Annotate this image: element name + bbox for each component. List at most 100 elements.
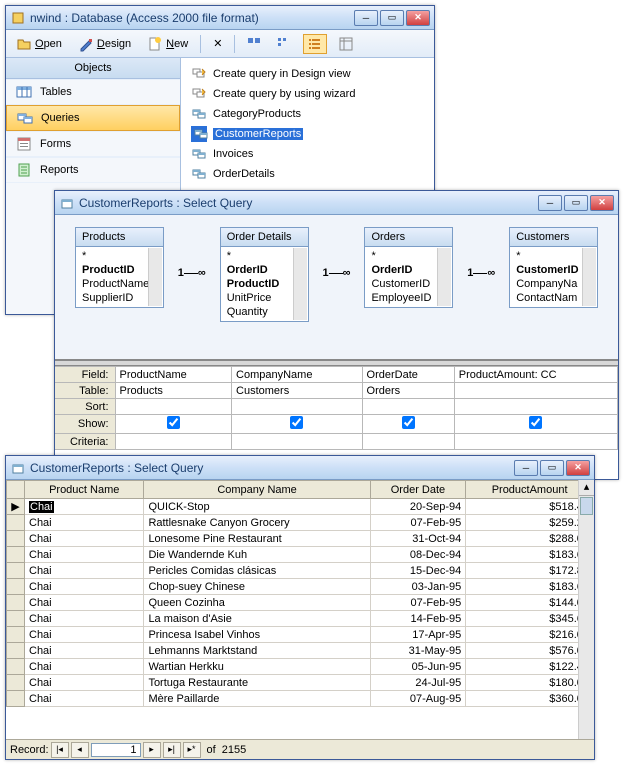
table-row[interactable]: ChaiTortuga Restaurante24-Jul-95$180.00 xyxy=(7,675,594,691)
cell-company[interactable]: Mère Paillarde xyxy=(144,691,370,707)
cell-date[interactable]: 03-Jan-95 xyxy=(370,579,466,595)
cell-date[interactable]: 31-Oct-94 xyxy=(370,531,466,547)
column-header[interactable]: Order Date xyxy=(370,481,466,499)
nav-first-button[interactable]: |◂ xyxy=(51,742,69,758)
cell-date[interactable]: 17-Apr-95 xyxy=(370,627,466,643)
cell-date[interactable]: 07-Feb-95 xyxy=(370,515,466,531)
nav-current-input[interactable] xyxy=(91,743,141,757)
column-header[interactable]: Company Name xyxy=(144,481,370,499)
grid-cell[interactable] xyxy=(232,415,363,434)
cell-amount[interactable]: $360.00 xyxy=(466,691,594,707)
query-item[interactable]: Create query by using wizard xyxy=(187,84,428,104)
row-selector[interactable] xyxy=(7,515,25,531)
table-row[interactable]: ChaiLehmanns Marktstand31-May-95$576.00 xyxy=(7,643,594,659)
row-selector[interactable] xyxy=(7,627,25,643)
scrollbar[interactable] xyxy=(437,248,451,306)
titlebar[interactable]: CustomerReports : Select Query ─ ▭ ✕ xyxy=(55,191,618,215)
cell-product[interactable]: Chai xyxy=(25,499,144,515)
cell-date[interactable]: 07-Aug-95 xyxy=(370,691,466,707)
cell-company[interactable]: Princesa Isabel Vinhos xyxy=(144,627,370,643)
maximize-button[interactable]: ▭ xyxy=(380,10,404,26)
cell-amount[interactable]: $288.00 xyxy=(466,531,594,547)
titlebar[interactable]: CustomerReports : Select Query ─ ▭ ✕ xyxy=(6,456,594,480)
view-small-icons-button[interactable] xyxy=(273,35,295,53)
grid-cell[interactable] xyxy=(454,399,617,415)
cell-product[interactable]: Chai xyxy=(25,515,144,531)
maximize-button[interactable]: ▭ xyxy=(540,460,564,476)
table-row[interactable]: ChaiLa maison d'Asie14-Feb-95$345.60 xyxy=(7,611,594,627)
nav-new-button[interactable]: ▸* xyxy=(183,742,201,758)
cell-date[interactable]: 31-May-95 xyxy=(370,643,466,659)
cell-date[interactable]: 08-Dec-94 xyxy=(370,547,466,563)
view-large-icons-button[interactable] xyxy=(243,35,265,53)
table-row[interactable]: ChaiLonesome Pine Restaurant31-Oct-94$28… xyxy=(7,531,594,547)
table-row[interactable]: ChaiMère Paillarde07-Aug-95$360.00 xyxy=(7,691,594,707)
show-checkbox[interactable] xyxy=(529,416,542,429)
cell-amount[interactable]: $122.40 xyxy=(466,659,594,675)
cell-amount[interactable]: $144.00 xyxy=(466,595,594,611)
titlebar[interactable]: nwind : Database (Access 2000 file forma… xyxy=(6,6,434,30)
cell-date[interactable]: 07-Feb-95 xyxy=(370,595,466,611)
cell-company[interactable]: Tortuga Restaurante xyxy=(144,675,370,691)
cell-product[interactable]: Chai xyxy=(25,675,144,691)
scrollbar[interactable] xyxy=(293,248,307,320)
maximize-button[interactable]: ▭ xyxy=(564,195,588,211)
cell-product[interactable]: Chai xyxy=(25,547,144,563)
join-line[interactable]: 1∞ xyxy=(467,267,495,279)
scrollbar[interactable] xyxy=(148,248,162,306)
cell-product[interactable]: Chai xyxy=(25,659,144,675)
row-selector[interactable] xyxy=(7,659,25,675)
grid-cell[interactable]: ProductAmount: CC xyxy=(454,367,617,383)
new-button[interactable]: New xyxy=(143,34,192,54)
row-selector[interactable] xyxy=(7,547,25,563)
cell-date[interactable]: 14-Feb-95 xyxy=(370,611,466,627)
minimize-button[interactable]: ─ xyxy=(354,10,378,26)
table-row[interactable]: ChaiChop-suey Chinese03-Jan-95$183.60 xyxy=(7,579,594,595)
cell-product[interactable]: Chai xyxy=(25,691,144,707)
table-row[interactable]: ChaiRattlesnake Canyon Grocery07-Feb-95$… xyxy=(7,515,594,531)
minimize-button[interactable]: ─ xyxy=(514,460,538,476)
object-category-reports[interactable]: Reports xyxy=(6,157,180,183)
select-all-corner[interactable] xyxy=(7,481,25,499)
grid-cell[interactable] xyxy=(454,434,617,450)
table-row[interactable]: ChaiPericles Comidas clásicas15-Dec-94$1… xyxy=(7,563,594,579)
cell-amount[interactable]: $259.20 xyxy=(466,515,594,531)
show-checkbox[interactable] xyxy=(402,416,415,429)
view-details-button[interactable] xyxy=(335,35,357,53)
cell-company[interactable]: Die Wandernde Kuh xyxy=(144,547,370,563)
query-item[interactable]: Invoices xyxy=(187,144,428,164)
grid-cell[interactable]: Orders xyxy=(362,383,454,399)
cell-date[interactable]: 15-Dec-94 xyxy=(370,563,466,579)
query-design-tables-area[interactable]: Products*ProductIDProductNameSupplierID1… xyxy=(55,215,618,360)
cell-company[interactable]: Lehmanns Marktstand xyxy=(144,643,370,659)
table-box-order-details[interactable]: Order Details*OrderIDProductIDUnitPriceQ… xyxy=(220,227,309,322)
row-selector[interactable] xyxy=(7,643,25,659)
query-item[interactable]: CategoryProducts xyxy=(187,104,428,124)
close-button[interactable]: ✕ xyxy=(406,10,430,26)
cell-amount[interactable]: $183.60 xyxy=(466,547,594,563)
table-row[interactable]: ChaiQueen Cozinha07-Feb-95$144.00 xyxy=(7,595,594,611)
grid-cell[interactable]: ProductName xyxy=(115,367,232,383)
cell-product[interactable]: Chai xyxy=(25,531,144,547)
row-selector[interactable] xyxy=(7,531,25,547)
row-selector[interactable] xyxy=(7,675,25,691)
row-selector[interactable] xyxy=(7,595,25,611)
nav-next-button[interactable]: ▸ xyxy=(143,742,161,758)
cell-company[interactable]: Rattlesnake Canyon Grocery xyxy=(144,515,370,531)
show-checkbox[interactable] xyxy=(290,416,303,429)
row-selector[interactable] xyxy=(7,563,25,579)
cell-amount[interactable]: $216.00 xyxy=(466,627,594,643)
cell-date[interactable]: 24-Jul-95 xyxy=(370,675,466,691)
cell-amount[interactable]: $345.60 xyxy=(466,611,594,627)
cell-product[interactable]: Chai xyxy=(25,579,144,595)
column-header[interactable]: Product Name xyxy=(25,481,144,499)
grid-cell[interactable] xyxy=(232,399,363,415)
row-selector[interactable] xyxy=(7,691,25,707)
cell-product[interactable]: Chai xyxy=(25,627,144,643)
row-selector[interactable] xyxy=(7,611,25,627)
cell-amount[interactable]: $576.00 xyxy=(466,643,594,659)
query-item[interactable]: OrderDetails xyxy=(187,164,428,184)
grid-cell[interactable] xyxy=(115,399,232,415)
join-line[interactable]: 1∞ xyxy=(323,267,351,279)
cell-company[interactable]: Queen Cozinha xyxy=(144,595,370,611)
